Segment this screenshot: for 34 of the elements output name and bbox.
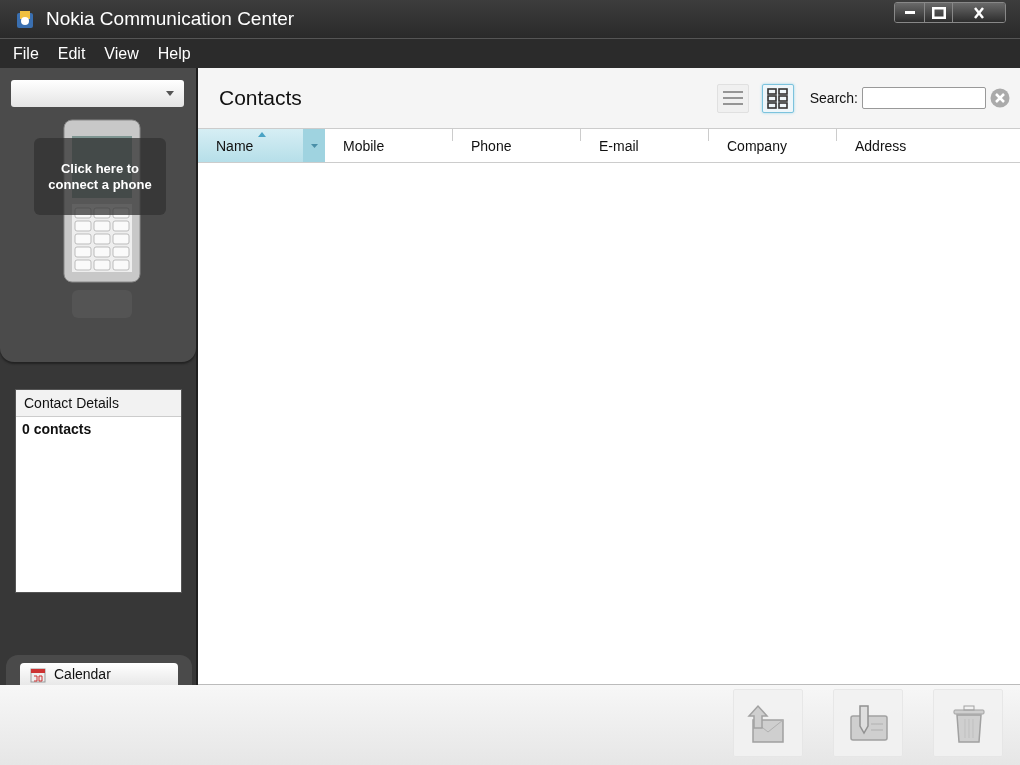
- menu-item[interactable]: Edit: [49, 44, 94, 63]
- column-header[interactable]: Mobile: [325, 129, 452, 162]
- maximize-button[interactable]: [925, 3, 953, 22]
- clear-icon: [990, 88, 1010, 108]
- column-header[interactable]: Name: [198, 129, 303, 162]
- caret-icon: [310, 143, 318, 148]
- contact-count: 0 contacts: [21, 420, 93, 439]
- grid-icon: [765, 87, 790, 109]
- sort-arrow-icon: [258, 132, 266, 137]
- close-button[interactable]: [953, 3, 1005, 22]
- caret-icon: [166, 91, 174, 96]
- maximize-icon: [931, 6, 946, 19]
- nav-item[interactable]: Calendar: [20, 663, 178, 685]
- menu-item[interactable]: Help: [149, 44, 199, 63]
- search-label: Search:: [809, 90, 858, 106]
- connect-phone-button[interactable]: Click here to connect a phone: [34, 138, 166, 215]
- column-header[interactable]: Company: [709, 129, 836, 162]
- panel-title: Contact Details: [16, 390, 181, 417]
- column-menu-button[interactable]: [303, 129, 325, 162]
- list-view-button[interactable]: [716, 83, 749, 113]
- grid-view-button[interactable]: [761, 83, 794, 113]
- window-title: Nokia Communication Center: [46, 8, 295, 30]
- column-header[interactable]: Address: [837, 129, 964, 162]
- minimize-button[interactable]: [895, 3, 925, 22]
- calendar-icon: [30, 665, 46, 683]
- menu-item[interactable]: File: [5, 44, 47, 63]
- close-icon: [974, 6, 984, 19]
- search-field[interactable]: [862, 87, 986, 109]
- minimize-icon: [904, 11, 915, 14]
- page-title: Contacts: [219, 86, 302, 110]
- app-icon: [14, 8, 36, 30]
- column-header[interactable]: E-mail: [581, 129, 708, 162]
- menu-item[interactable]: View: [96, 44, 147, 63]
- column-header[interactable]: Phone: [453, 129, 580, 162]
